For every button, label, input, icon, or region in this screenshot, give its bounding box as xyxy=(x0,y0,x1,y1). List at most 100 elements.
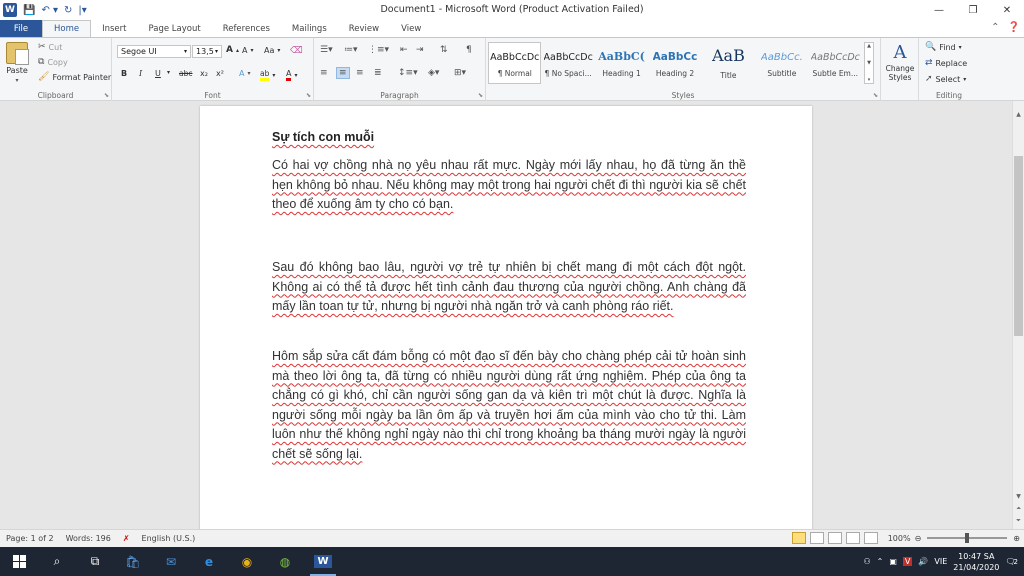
borders-button[interactable]: ⊞▾ xyxy=(454,68,466,78)
word-app-icon[interactable]: W xyxy=(3,3,17,17)
start-button[interactable] xyxy=(0,547,38,576)
web-layout-button[interactable] xyxy=(827,532,842,544)
bullets-button[interactable]: ☰▾ xyxy=(320,45,333,55)
style-subtitle[interactable]: AaBbCc. Subtitle xyxy=(755,42,808,84)
customize-qat-icon[interactable]: |▾ xyxy=(78,5,86,16)
outline-button[interactable] xyxy=(845,532,860,544)
paste-button[interactable]: Paste ▾ xyxy=(6,42,29,84)
word-count[interactable]: Words: 196 xyxy=(60,534,117,543)
restore-button[interactable]: ❐ xyxy=(956,0,990,20)
next-page-icon[interactable]: ⏷ xyxy=(1013,515,1024,527)
proofing-status[interactable]: ✗ xyxy=(117,534,136,543)
style-no-spacing[interactable]: AaBbCcDc ¶ No Spaci... xyxy=(541,42,594,84)
italic-button[interactable]: I xyxy=(139,69,142,78)
undo-icon[interactable]: ↶ ▾ xyxy=(41,5,58,16)
scroll-thumb[interactable] xyxy=(1014,156,1023,336)
change-styles-button-main[interactable]: A Change Styles xyxy=(884,42,916,82)
chevron-down-icon[interactable]: ▼ xyxy=(867,60,871,66)
subscript-button[interactable]: x₂ xyxy=(200,69,208,78)
font-size-dropdown[interactable]: 13,5 ▾ xyxy=(192,45,222,58)
styles-launcher-icon[interactable]: ⬊ xyxy=(873,92,878,99)
previous-page-icon[interactable]: ⏶ xyxy=(1013,503,1024,515)
vertical-scrollbar[interactable]: ▲ ▼ ⏶ ⏷ xyxy=(1012,101,1024,529)
increase-indent-button[interactable]: ⇥ xyxy=(416,45,424,55)
save-icon[interactable]: 💾 xyxy=(23,5,35,16)
paragraph-3[interactable]: Hôm sắp sửa cất đám bỗng có một đạo sĩ đ… xyxy=(272,347,746,464)
format-painter-button[interactable]: 🖌 Format Painter xyxy=(38,72,111,82)
zoom-slider[interactable] xyxy=(927,533,1008,543)
style-heading-2[interactable]: AaBbCc Heading 2 xyxy=(648,42,701,84)
ribbon-collapse-icon[interactable]: ⌃ xyxy=(991,22,999,33)
paragraph-launcher-icon[interactable]: ⬊ xyxy=(478,92,483,99)
line-spacing-button[interactable]: ↕≡▾ xyxy=(398,68,418,78)
language-status[interactable]: English (U.S.) xyxy=(136,534,202,543)
tab-insert[interactable]: Insert xyxy=(91,20,137,37)
shrink-font-button[interactable]: A ▾ xyxy=(242,46,254,55)
page-count[interactable]: Page: 1 of 2 xyxy=(0,534,60,543)
replace-button[interactable]: ⇄ Replace xyxy=(925,58,967,68)
style-subtle-emphasis[interactable]: AaBbCcDc Subtle Em... xyxy=(809,42,862,84)
close-button[interactable]: ✕ xyxy=(990,0,1024,20)
show-hidden-icons-icon[interactable]: ⌃ xyxy=(877,557,884,566)
align-right-button[interactable]: ≡ xyxy=(356,68,364,78)
tab-page-layout[interactable]: Page Layout xyxy=(138,20,212,37)
network-icon[interactable]: ▣ xyxy=(889,557,897,566)
zoom-knob[interactable] xyxy=(965,533,970,543)
superscript-button[interactable]: x² xyxy=(216,69,224,78)
people-icon[interactable]: ⚇ xyxy=(863,557,870,566)
clock[interactable]: 10:47 SA 21/04/2020 xyxy=(953,551,999,573)
bold-button[interactable]: B xyxy=(121,69,127,78)
sort-button[interactable]: ⇅ xyxy=(440,45,448,55)
coccoc-icon[interactable]: ◍ xyxy=(266,547,304,576)
chevron-up-icon[interactable]: ▲ xyxy=(867,43,871,49)
styles-gallery-scroll[interactable]: ▲ ▼ ▾ xyxy=(864,42,874,84)
scroll-down-icon[interactable]: ▼ xyxy=(1013,491,1024,503)
zoom-in-icon[interactable]: ⊕ xyxy=(1013,534,1020,543)
numbering-button[interactable]: ≔▾ xyxy=(344,45,358,55)
grow-font-button[interactable]: A ▴ xyxy=(226,45,239,55)
tab-view[interactable]: View xyxy=(390,20,432,37)
tab-references[interactable]: References xyxy=(212,20,281,37)
scroll-up-icon[interactable]: ▲ xyxy=(1013,109,1024,121)
center-button[interactable]: ≡ xyxy=(336,67,350,79)
help-icon[interactable]: ❓ xyxy=(1008,22,1020,33)
mail-icon[interactable]: ✉ xyxy=(152,547,190,576)
copy-button[interactable]: ⧉ Copy xyxy=(38,57,68,67)
chrome-icon[interactable]: ◉ xyxy=(228,547,266,576)
cut-button[interactable]: ✂ Cut xyxy=(38,42,62,52)
task-view-icon[interactable]: ⧉ xyxy=(76,547,114,576)
justify-button[interactable]: ≣ xyxy=(374,68,382,78)
input-language[interactable]: VIE xyxy=(934,557,947,566)
style-normal[interactable]: AaBbCcDc ¶ Normal xyxy=(488,42,542,84)
decrease-indent-button[interactable]: ⇤ xyxy=(400,45,408,55)
font-name-dropdown[interactable]: Segoe UI ▾ xyxy=(117,45,191,58)
full-screen-reading-button[interactable] xyxy=(809,532,824,544)
style-title[interactable]: AaB Title xyxy=(702,42,755,84)
minimize-button[interactable]: — xyxy=(922,0,956,20)
multilevel-list-button[interactable]: ⋮≡▾ xyxy=(368,45,389,55)
shading-button[interactable]: ◈▾ xyxy=(428,68,439,78)
draft-button[interactable] xyxy=(863,532,878,544)
word-taskbar-icon[interactable]: W xyxy=(304,547,342,576)
clear-formatting-button[interactable]: ⌫ xyxy=(290,46,303,56)
font-launcher-icon[interactable]: ⬊ xyxy=(306,92,311,99)
highlight-button[interactable]: ab ▾ xyxy=(260,69,275,81)
zoom-level[interactable]: 100% xyxy=(888,534,911,543)
redo-icon[interactable]: ↻ xyxy=(64,5,72,16)
edge-icon[interactable]: e xyxy=(190,547,228,576)
print-layout-button[interactable] xyxy=(791,532,806,544)
clipboard-launcher-icon[interactable]: ⬊ xyxy=(104,92,109,99)
vietkey-icon[interactable]: V xyxy=(902,557,913,566)
more-icon[interactable]: ▾ xyxy=(868,77,871,83)
zoom-out-icon[interactable]: ⊖ xyxy=(915,534,922,543)
font-color-button[interactable]: A ▾ xyxy=(286,69,298,81)
show-formatting-button[interactable]: ¶ xyxy=(466,45,472,55)
underline-dropdown-icon[interactable]: ▾ xyxy=(167,69,170,76)
find-button[interactable]: 🔍 Find ▾ xyxy=(925,42,962,52)
paragraph-1[interactable]: Có hai vợ chồng nhà nọ yêu nhau rất mực.… xyxy=(272,156,746,215)
text-effects-button[interactable]: A ▾ xyxy=(239,69,251,78)
tab-review[interactable]: Review xyxy=(338,20,390,37)
tab-home[interactable]: Home xyxy=(42,20,92,37)
document-title[interactable]: Sự tích con muỗi xyxy=(272,130,374,144)
store-icon[interactable]: 🛍 xyxy=(114,547,152,576)
